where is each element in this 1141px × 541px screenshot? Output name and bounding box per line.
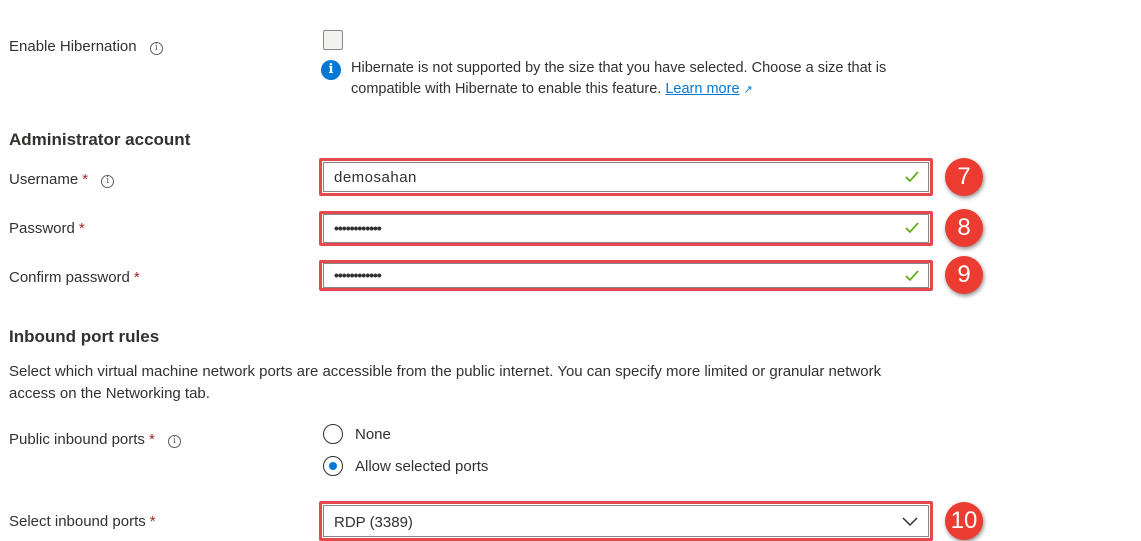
info-icon: i <box>321 60 341 80</box>
select-ports-label-row: Select inbound ports * <box>9 513 156 530</box>
password-input[interactable]: •••••••••••• <box>323 214 929 243</box>
select-ports-value: RDP (3389) <box>334 514 413 531</box>
info-icon[interactable]: i <box>149 42 163 55</box>
password-label: Password <box>9 220 75 237</box>
username-value: demosahan <box>334 169 417 186</box>
external-link-icon: ↗ <box>743 84 753 96</box>
confirm-password-value: •••••••••••• <box>334 267 382 283</box>
required-marker: * <box>78 220 85 237</box>
select-ports-label: Select inbound ports <box>9 513 146 530</box>
hibernation-notice-text: Hibernate is not supported by the size t… <box>351 60 887 97</box>
checkmark-icon <box>905 222 919 234</box>
public-ports-label-row: Public inbound ports * i <box>9 431 181 448</box>
radio-none[interactable] <box>323 424 343 444</box>
confirm-password-label: Confirm password <box>9 269 130 286</box>
checkmark-icon <box>905 270 919 282</box>
required-marker: * <box>133 269 140 286</box>
step-badge-7: 7 <box>945 158 983 196</box>
confirm-password-label-row: Confirm password * <box>9 269 140 286</box>
hibernation-label: Enable Hibernation <box>9 38 137 55</box>
radio-allow-selected-ports[interactable] <box>323 456 343 476</box>
username-label-row: Username * i <box>9 171 115 188</box>
learn-more-link[interactable]: Learn more <box>665 81 739 97</box>
admin-section-title: Administrator account <box>9 130 191 149</box>
hibernation-checkbox[interactable] <box>323 30 343 50</box>
required-marker: * <box>82 171 89 188</box>
radio-allow-selected-ports-label[interactable]: Allow selected ports <box>355 458 488 475</box>
inbound-section-title: Inbound port rules <box>9 327 160 346</box>
select-ports-dropdown[interactable]: RDP (3389) <box>323 505 929 537</box>
username-input[interactable]: demosahan <box>323 162 929 192</box>
password-label-row: Password * <box>9 220 85 237</box>
step-badge-9: 9 <box>945 256 983 294</box>
confirm-password-input[interactable]: •••••••••••• <box>323 263 929 288</box>
password-value: •••••••••••• <box>334 220 382 236</box>
step-badge-10: 10 <box>945 502 983 540</box>
info-icon[interactable]: i <box>101 175 115 188</box>
info-icon[interactable]: i <box>167 435 181 448</box>
checkmark-icon <box>905 171 919 183</box>
required-marker: * <box>148 431 155 448</box>
public-ports-label: Public inbound ports <box>9 431 145 448</box>
required-marker: * <box>149 513 156 530</box>
hibernation-label-row: Enable Hibernation i <box>9 38 163 55</box>
step-badge-8: 8 <box>945 209 983 247</box>
chevron-down-icon[interactable] <box>902 517 918 527</box>
inbound-description: Select which virtual machine network por… <box>9 363 882 402</box>
hibernation-notice: Hibernate is not supported by the size t… <box>351 58 921 101</box>
radio-none-label[interactable]: None <box>355 426 391 443</box>
username-label: Username <box>9 171 79 188</box>
